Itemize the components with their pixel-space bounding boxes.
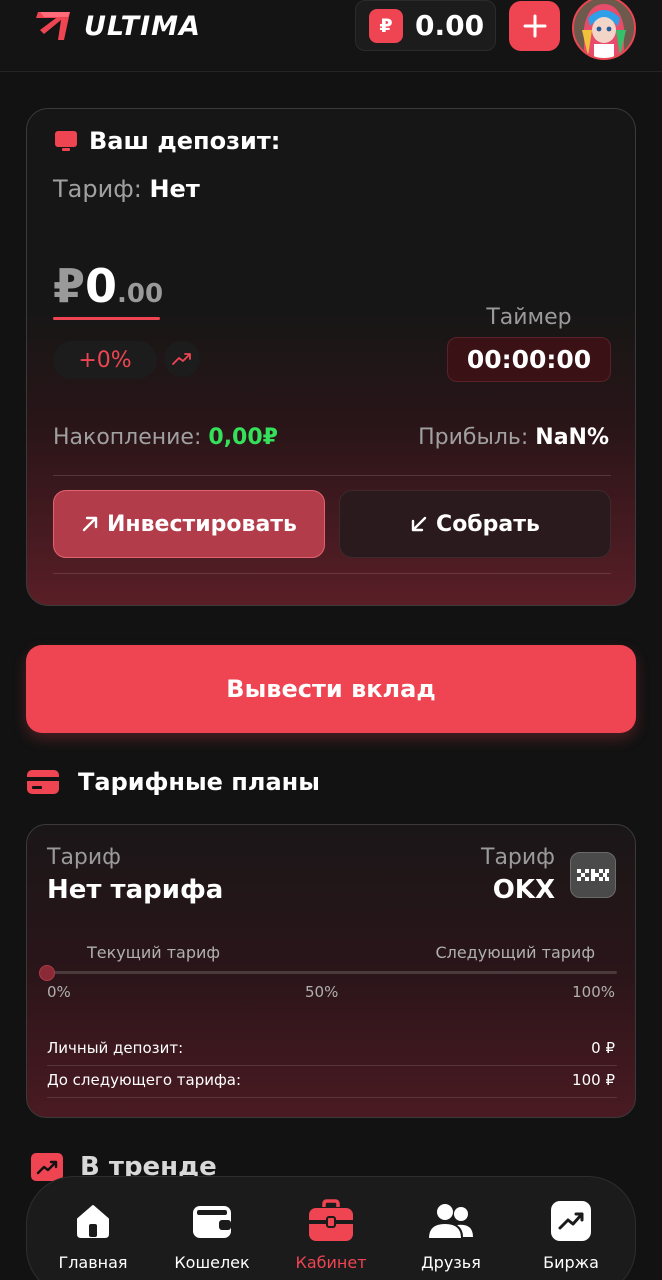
ruble-icon: ₽: [369, 8, 403, 43]
divider: [47, 1097, 617, 1098]
profit: Прибыль: NaN%: [418, 425, 609, 450]
deposit-amount: ₽ 0 .00: [53, 259, 163, 313]
nav-item-exchange[interactable]: Биржа: [516, 1197, 626, 1272]
personal-deposit-label: Личный депозит:: [47, 1039, 184, 1057]
nav-item-cabinet[interactable]: Кабинет: [276, 1197, 386, 1272]
tariff-plan-card: Тариф Нет тарифа Тариф OKX Текущий тариф…: [26, 824, 636, 1118]
next-tariff-value: OKX: [492, 875, 555, 905]
logo[interactable]: ULTIMA: [34, 8, 201, 44]
progress-current-label: Текущий тариф: [87, 943, 221, 962]
amount-underline: [53, 317, 160, 320]
okx-logo-icon: [570, 852, 616, 898]
trend-toggle[interactable]: [164, 341, 200, 377]
progress-tick: 100%: [572, 983, 615, 1001]
deposit-tariff: Тариф: Нет: [53, 175, 200, 203]
nav-label: Биржа: [543, 1253, 599, 1272]
nav-label: Кабинет: [295, 1253, 367, 1272]
nav-item-wallet[interactable]: Кошелек: [157, 1197, 267, 1272]
users-icon: [427, 1197, 475, 1245]
amount-integer: 0: [85, 259, 118, 313]
divider: [53, 475, 611, 476]
invest-button[interactable]: Инвестировать: [53, 490, 325, 558]
deposit-card: Ваш депозит: Тариф: Нет ₽ 0 .00 +0% Тайм…: [26, 108, 636, 606]
arrow-down-left-icon: [411, 516, 427, 532]
tariff-progress-track: [47, 971, 617, 974]
personal-deposit-value: 0 ₽: [591, 1039, 615, 1057]
top-bar: ULTIMA ₽ 0.00: [0, 0, 662, 72]
nav-item-friends[interactable]: Друзья: [396, 1197, 506, 1272]
monitor-icon: [55, 131, 77, 151]
deposit-header: Ваш депозит:: [53, 127, 280, 155]
plans-header: Тарифные планы: [26, 768, 320, 796]
profit-value: NaN%: [535, 425, 609, 450]
add-funds-button[interactable]: [509, 1, 560, 51]
progress-tick: 50%: [305, 983, 339, 1001]
logo-text: ULTIMA: [84, 10, 201, 42]
timer-label: Таймер: [486, 305, 572, 330]
logo-icon: [36, 12, 70, 40]
amount-decimals: .00: [117, 279, 164, 309]
chart-icon: [547, 1197, 595, 1245]
deposit-title: Ваш депозит:: [89, 127, 281, 155]
nav-item-home[interactable]: Главная: [38, 1197, 148, 1272]
nav-label: Главная: [58, 1253, 128, 1272]
wallet-icon: [188, 1197, 236, 1245]
progress-tick: 0%: [47, 983, 71, 1001]
nav-label: Кошелек: [174, 1253, 250, 1272]
plus-icon: [523, 14, 546, 38]
balance-display[interactable]: ₽ 0.00: [355, 0, 496, 51]
arrow-up-right-icon: [82, 516, 98, 532]
divider: [47, 1065, 617, 1066]
collect-button[interactable]: Собрать: [339, 490, 611, 558]
bottom-navigation: Главная Кошелек Кабинет Друзья Биржа: [26, 1176, 636, 1280]
briefcase-icon: [307, 1197, 355, 1245]
accumulation-value: 0,00₽: [208, 425, 278, 450]
collect-label: Собрать: [436, 511, 540, 537]
next-tariff-label: Тариф: [481, 845, 555, 870]
balance-value: 0.00: [415, 9, 485, 42]
timer-value: 00:00:00: [447, 337, 611, 382]
avatar[interactable]: [572, 0, 636, 60]
change-percent-badge: +0%: [53, 341, 157, 379]
profit-key: Прибыль:: [418, 425, 529, 450]
invest-label: Инвестировать: [107, 511, 297, 537]
accumulation: Накопление: 0,00₽: [53, 425, 278, 450]
avatar-image: [574, 0, 634, 58]
withdraw-button[interactable]: Вывести вклад: [26, 645, 636, 733]
current-tariff-label: Тариф: [47, 845, 121, 870]
credit-card-icon: [27, 770, 59, 794]
tariff-key: Тариф:: [53, 175, 142, 203]
plans-title: Тарифные планы: [78, 768, 320, 796]
divider: [53, 573, 611, 574]
home-icon: [69, 1197, 117, 1245]
to-next-tariff-label: До следующего тарифа:: [47, 1071, 242, 1089]
to-next-tariff-value: 100 ₽: [572, 1071, 615, 1089]
tariff-progress-handle: [39, 965, 55, 981]
tariff-value: Нет: [149, 175, 200, 203]
nav-label: Друзья: [421, 1253, 481, 1272]
amount-currency: ₽: [53, 259, 86, 313]
trending-up-icon: [172, 353, 191, 365]
accumulation-key: Накопление:: [53, 425, 202, 450]
current-tariff-value: Нет тарифа: [47, 875, 224, 905]
progress-next-label: Следующий тариф: [435, 943, 595, 962]
